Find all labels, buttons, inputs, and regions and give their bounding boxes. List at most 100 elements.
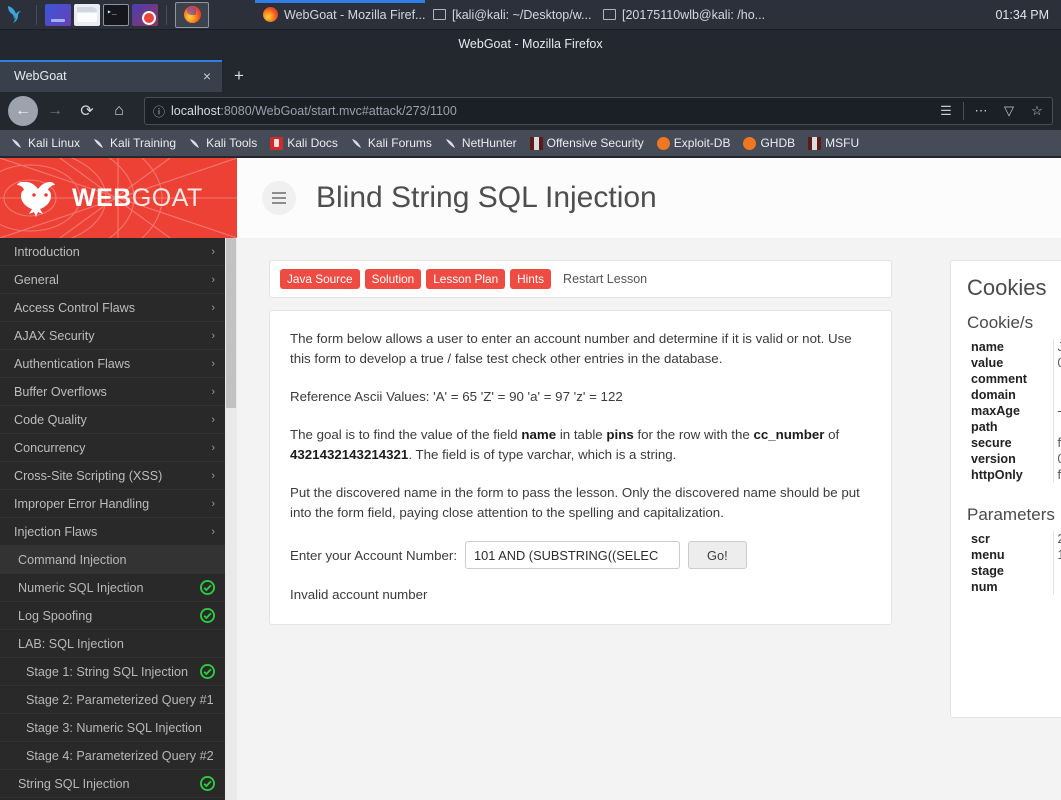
taskbar-window-1[interactable]: [kali@kali: ~/Desktop/w... [425, 0, 595, 30]
go-button[interactable]: Go! [688, 541, 747, 569]
forward-icon[interactable]: → [40, 96, 70, 126]
folder-icon[interactable] [74, 3, 100, 26]
bookmark-kali-docs[interactable]: Kali Docs [265, 132, 343, 154]
lesson-content: Java Source Solution Lesson Plan Hints R… [237, 238, 1061, 800]
sidebar-item-log-spoofing[interactable]: Log Spoofing [0, 602, 225, 630]
sidebar-item-access-control-flaws[interactable]: Access Control Flaws › [0, 294, 225, 322]
bookmark-star-icon[interactable]: ☆ [1026, 100, 1048, 122]
window-icon [433, 9, 446, 20]
sidebar-item-code-quality[interactable]: Code Quality › [0, 406, 225, 434]
kali-dragon-icon[interactable] [4, 3, 28, 27]
cookie-key: version [967, 451, 1054, 467]
account-number-input[interactable] [465, 541, 681, 569]
terminal-icon[interactable] [103, 3, 129, 26]
lesson-plan-button[interactable]: Lesson Plan [426, 269, 506, 289]
table-row: num [967, 579, 1061, 595]
sidebar-item-general[interactable]: General › [0, 266, 225, 294]
msf-icon [808, 136, 822, 150]
cookies-table: nameJS value00 comment domain maxAge-1 p… [967, 339, 1061, 483]
sidebar-item-concurrency[interactable]: Concurrency › [0, 434, 225, 462]
lesson-paragraph-4: Put the discovered name in the form to p… [290, 485, 860, 520]
chevron-right-icon: › [211, 329, 215, 342]
brand-light: GOAT [131, 183, 203, 212]
window-titlebar: WebGoat - Mozilla Firefox [0, 30, 1061, 58]
java-source-button[interactable]: Java Source [280, 269, 360, 289]
bookmark-kali-linux[interactable]: Kali Linux [6, 132, 85, 154]
sidebar-item-stage-1[interactable]: Stage 1: String SQL Injection [0, 658, 225, 686]
sidebar-item-lab-sql-injection[interactable]: LAB: SQL Injection [0, 630, 225, 658]
sidebar-item-stage-4[interactable]: Stage 4: Parameterized Query #2 [0, 742, 225, 770]
bookmark-ghdb[interactable]: GHDB [738, 132, 800, 154]
sidebar-item-authentication-flaws[interactable]: Authentication Flaws › [0, 350, 225, 378]
bookmark-msfu[interactable]: MSFU [803, 132, 864, 154]
bookmark-label: MSFU [825, 136, 860, 150]
sidebar-item-command-injection[interactable]: Command Injection [0, 546, 225, 574]
table-row: scr273 [967, 531, 1061, 547]
cookie-key: comment [967, 371, 1054, 387]
sidebar-item-stage-3[interactable]: Stage 3: Numeric SQL Injection [0, 714, 225, 742]
firefox-launcher-icon[interactable] [175, 1, 209, 28]
sidebar-item-label: Buffer Overflows [14, 384, 107, 399]
kali-tail-icon [351, 138, 361, 148]
cookie-key: httpOnly [967, 467, 1054, 483]
address-bar[interactable]: ⓘ localhost:8080/WebGoat/start.mvc#attac… [144, 97, 1053, 125]
scrollbar-thumb[interactable] [226, 238, 236, 408]
home-icon[interactable]: ⌂ [104, 96, 134, 126]
page-viewport: WEBGOAT Blind String SQL Injection Intro… [0, 158, 1061, 800]
bookmark-kali-training[interactable]: Kali Training [88, 132, 181, 154]
reload-icon[interactable]: ⟳ [72, 96, 102, 126]
sidebar-item-string-sql-injection[interactable]: String SQL Injection [0, 770, 225, 798]
navigation-toolbar: ← → ⟳ ⌂ ⓘ localhost:8080/WebGoat/start.m… [0, 92, 1061, 130]
back-icon[interactable]: ← [8, 96, 38, 126]
firefox-icon [263, 7, 278, 22]
new-tab-button[interactable]: + [222, 60, 256, 92]
webgoat-body: Introduction › General › Access Control … [0, 238, 1061, 800]
brand-bold: WEB [72, 183, 132, 212]
chevron-right-icon: › [211, 357, 215, 370]
sidebar-item-cross-site-scripting[interactable]: Cross-Site Scripting (XSS) › [0, 462, 225, 490]
files-app-icon[interactable] [45, 3, 71, 26]
cookies-parameters-panel: Cookies Cookie/s nameJS value00 comment … [950, 260, 1061, 718]
solution-button[interactable]: Solution [364, 269, 422, 289]
cookie-value: JS [1053, 339, 1061, 355]
bookmark-nethunter[interactable]: NetHunter [440, 132, 522, 154]
tab-webgoat[interactable]: WebGoat × [0, 60, 222, 92]
sidebar-item-label: AJAX Security [14, 328, 95, 343]
bookmark-label: Kali Training [110, 136, 177, 150]
browser-chrome: WebGoat × + ← → ⟳ ⌂ ⓘ localhost:8080/Web… [0, 58, 1061, 158]
cookie-value: 00 [1053, 355, 1061, 371]
site-info-icon[interactable]: ⓘ [153, 103, 165, 120]
webgoat-logo[interactable]: WEBGOAT [0, 158, 237, 238]
taskbar-clock: 01:34 PM [995, 7, 1049, 22]
reader-view-icon[interactable]: ☰ [935, 100, 957, 122]
restart-lesson-button[interactable]: Restart Lesson [556, 269, 654, 289]
hamburger-icon[interactable] [262, 181, 296, 215]
sidebar-item-injection-flaws[interactable]: Injection Flaws › [0, 518, 225, 546]
close-icon[interactable]: × [198, 67, 216, 85]
screen-recorder-icon[interactable] [132, 3, 158, 26]
sidebar-item-label: Access Control Flaws [14, 300, 136, 315]
parameter-value: 1100 [1053, 547, 1061, 563]
url-host: localhost [171, 104, 221, 118]
bookmark-kali-tools[interactable]: Kali Tools [184, 132, 262, 154]
sidebar-item-numeric-sql-injection[interactable]: Numeric SQL Injection [0, 574, 225, 602]
sidebar-item-improper-error-handling[interactable]: Improper Error Handling › [0, 490, 225, 518]
lesson-complete-icon [200, 776, 215, 791]
taskbar-window-2[interactable]: [20175110wlb@kali: /ho... [595, 0, 765, 30]
sidebar-item-ajax-security[interactable]: AJAX Security › [0, 322, 225, 350]
tracking-shield-icon[interactable]: ▽ [998, 100, 1020, 122]
bookmark-exploit-db[interactable]: Exploit-DB [652, 132, 736, 154]
hints-button[interactable]: Hints [510, 269, 552, 289]
sidebar-item-label: General [14, 272, 59, 287]
sidebar-scrollbar[interactable] [225, 238, 237, 800]
page-actions-icon[interactable]: ⋯ [970, 100, 992, 122]
sidebar-item-buffer-overflows[interactable]: Buffer Overflows › [0, 378, 225, 406]
sidebar-item-introduction[interactable]: Introduction › [0, 238, 225, 266]
bookmark-offensive-security[interactable]: Offensive Security [525, 132, 649, 154]
table-row: version0 [967, 451, 1061, 467]
chevron-right-icon: › [211, 497, 215, 510]
taskbar-window-0[interactable]: WebGoat - Mozilla Firef... [255, 0, 425, 30]
sidebar-item-stage-2[interactable]: Stage 2: Parameterized Query #1 [0, 686, 225, 714]
bookmark-kali-forums[interactable]: Kali Forums [346, 132, 437, 154]
sidebar-item-label: Cross-Site Scripting (XSS) [14, 468, 163, 483]
